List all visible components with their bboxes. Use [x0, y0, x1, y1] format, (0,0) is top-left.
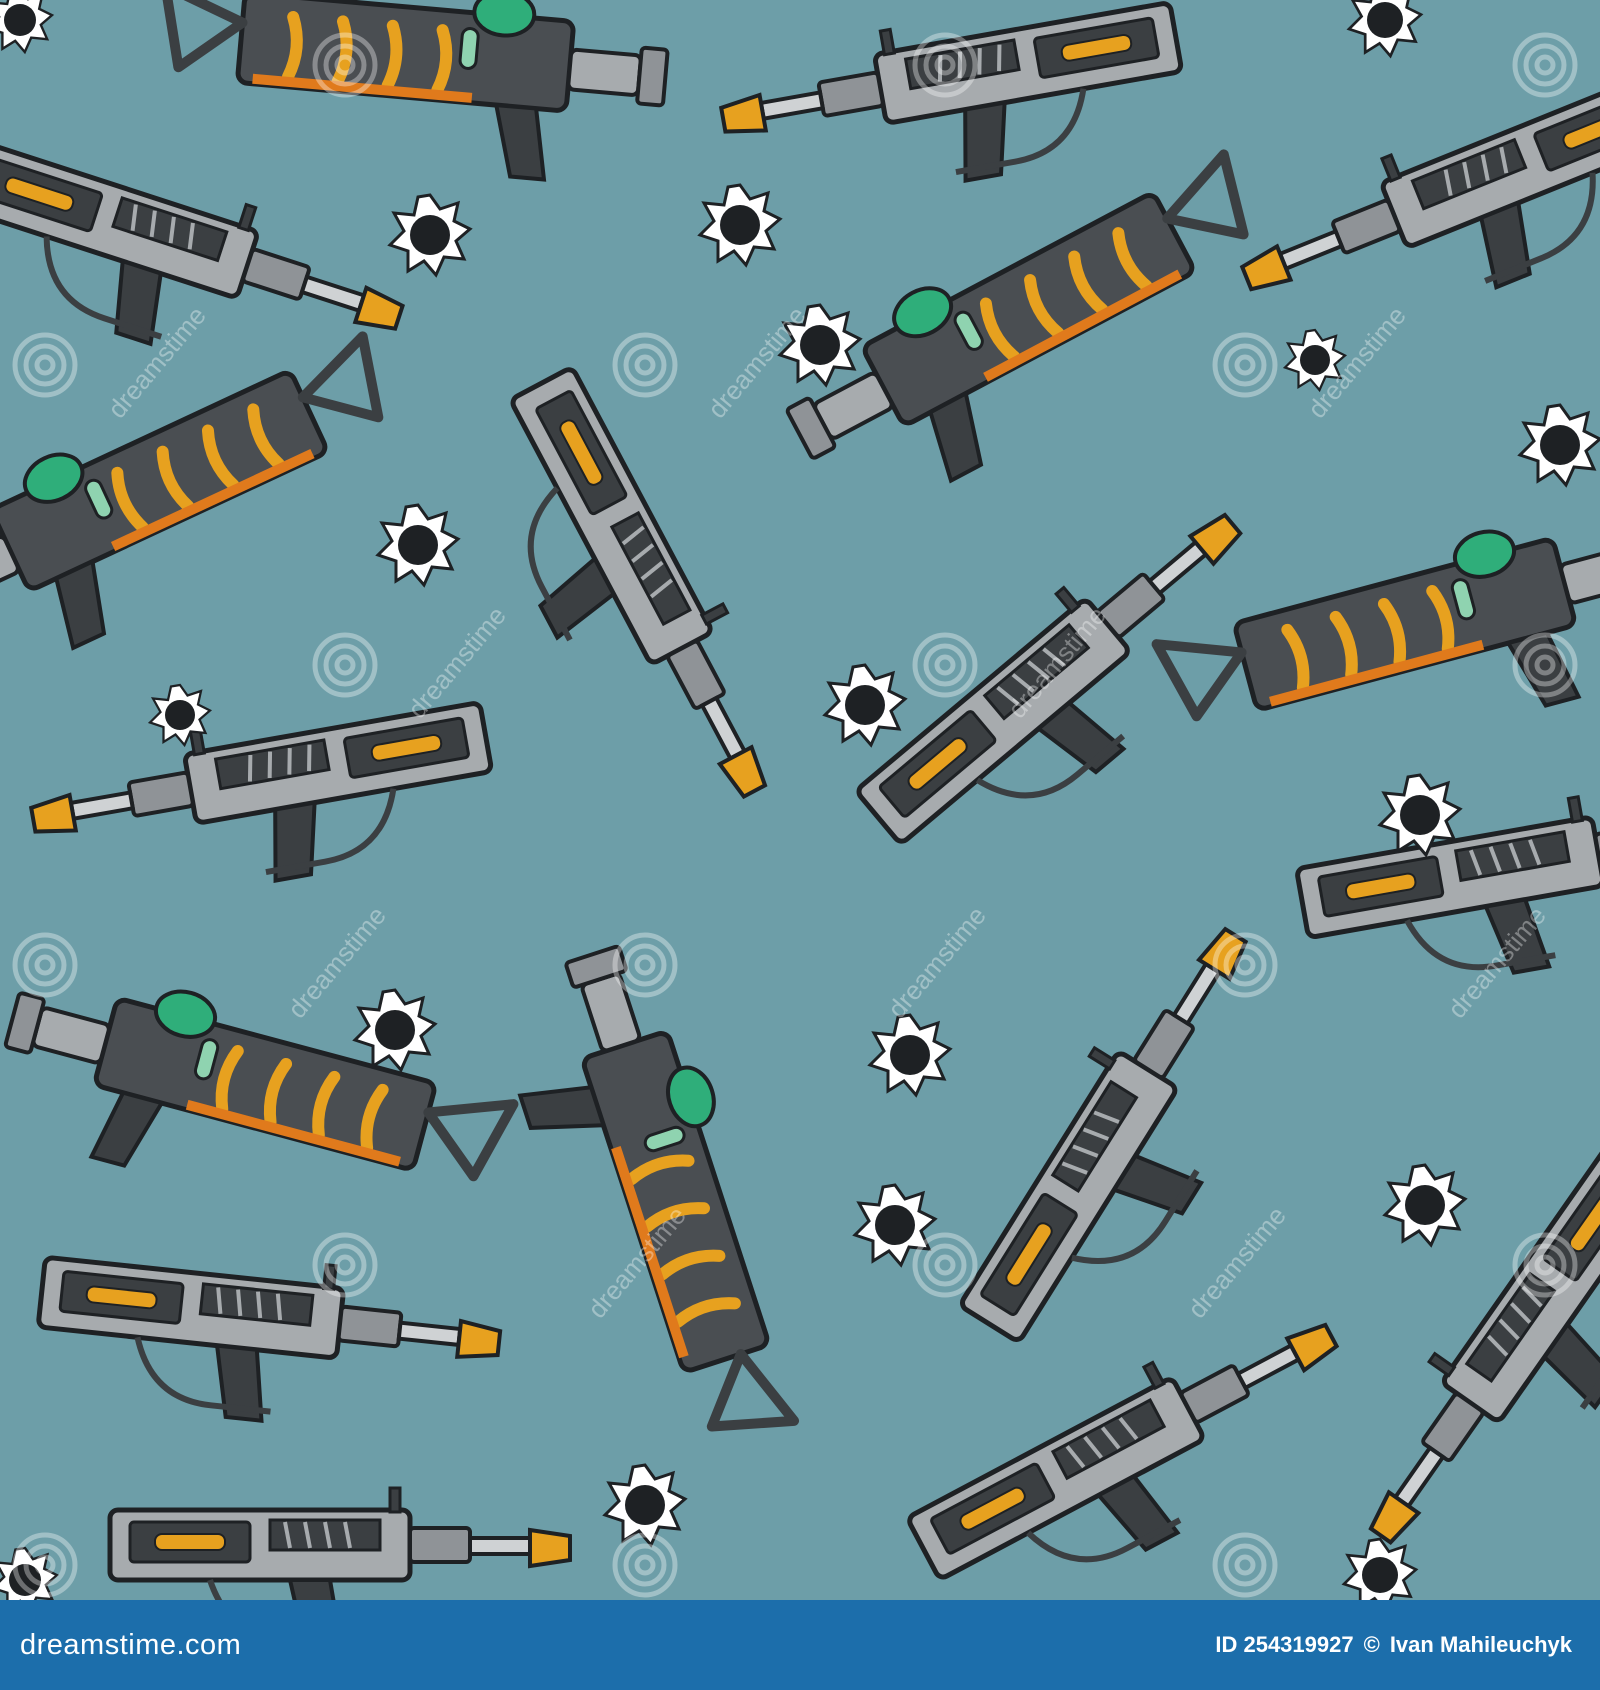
spiral-watermark-icon	[315, 635, 375, 695]
bullet-hole-icon	[823, 663, 907, 747]
image-meta: ID 254319927 © Ivan Mahileuchyk	[1215, 1632, 1572, 1658]
author-name[interactable]: Ivan Mahileuchyk	[1390, 1632, 1572, 1658]
bullet-hole-icon	[376, 503, 460, 587]
raygun-icon	[0, 950, 520, 1259]
spiral-watermark-icon	[15, 335, 75, 395]
spiral-watermark-icon	[315, 1235, 375, 1295]
spiral-watermark-icon	[915, 1235, 975, 1295]
spiral-watermark-icon	[615, 335, 675, 395]
spiral-watermark-icon	[915, 635, 975, 695]
watermark-text: dreamstime	[882, 901, 992, 1024]
raygun-icon	[31, 1235, 505, 1444]
bullet-hole-icon	[388, 193, 472, 277]
raygun-icon	[448, 357, 807, 839]
spiral-watermark-icon	[615, 935, 675, 995]
raygun-pattern: dreamstime dreamstime dreamstime dreamst…	[0, 0, 1600, 1600]
spiral-watermark-icon	[15, 935, 75, 995]
bullet-hole-icon	[1383, 1163, 1467, 1247]
bullet-hole-icon	[1518, 403, 1600, 487]
bullet-hole-icon	[353, 988, 437, 1072]
bullet-hole-icon	[0, 0, 54, 54]
spiral-watermark-icon	[1215, 335, 1275, 395]
raygun-icon	[486, 932, 817, 1470]
bullet-hole-icon	[1347, 0, 1423, 58]
raygun-icon	[713, 0, 1194, 220]
bullet-hole-icon	[853, 1183, 937, 1267]
image-id: ID 254319927	[1215, 1632, 1354, 1657]
brand-logo[interactable]: dreamstime.com	[20, 1629, 241, 1662]
spiral-watermark-icon	[1515, 35, 1575, 95]
spiral-watermark-icon	[1215, 1535, 1275, 1595]
raygun-icon	[842, 478, 1299, 898]
watermark-text: dreamstime	[282, 901, 392, 1024]
raygun-icon	[151, 0, 671, 189]
raygun-icon	[23, 681, 504, 920]
raygun-icon	[941, 904, 1322, 1380]
raygun-icon	[897, 1283, 1379, 1600]
stock-footer-bar: dreamstime.com ID 254319927 © Ivan Mahil…	[0, 1600, 1600, 1690]
bullet-hole-icon	[1342, 1537, 1418, 1600]
bullet-hole-icon	[868, 1013, 952, 1097]
raygun-icon	[1224, 50, 1600, 373]
spiral-watermark-icon	[615, 1535, 675, 1595]
bullet-hole-icon	[698, 183, 782, 267]
copyright-icon: ©	[1363, 1632, 1380, 1657]
spiral-watermark-icon	[1215, 935, 1275, 995]
watermark-text: dreamstime	[1182, 1201, 1292, 1324]
raygun-icon	[1332, 1124, 1600, 1594]
raygun-icon	[110, 1488, 570, 1600]
